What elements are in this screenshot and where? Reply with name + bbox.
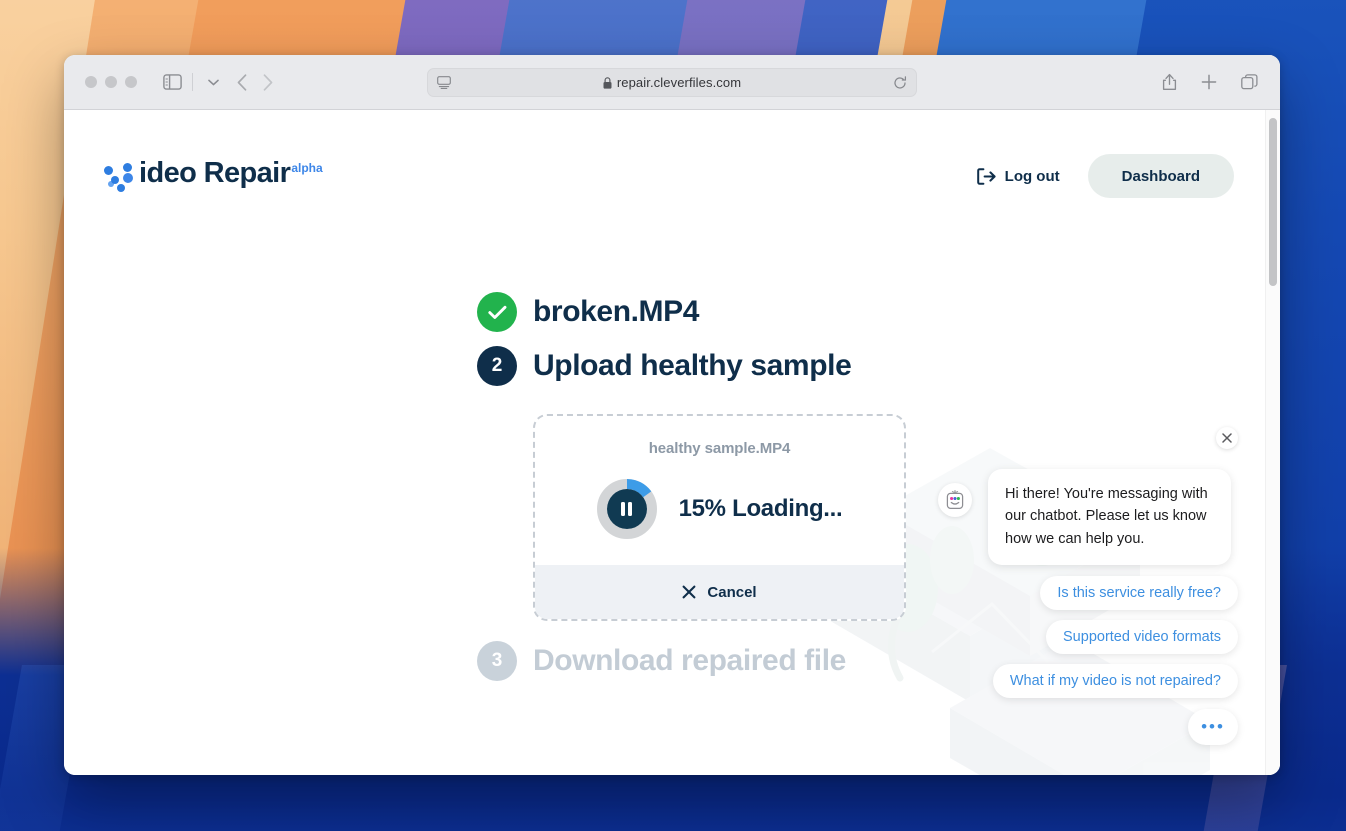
plus-icon[interactable] <box>1201 74 1217 90</box>
maximize-window-button[interactable] <box>125 76 137 88</box>
minimize-window-button[interactable] <box>105 76 117 88</box>
logo-wordmark: ideo Repair <box>139 156 291 189</box>
page-content: ideo Repair alpha Log out Dashboard brok… <box>64 110 1280 775</box>
step-3-badge: 3 <box>477 641 517 681</box>
upload-progress-label: 15% Loading... <box>678 495 843 522</box>
browser-toolbar-right <box>1162 73 1264 91</box>
chat-quick-replies: Is this service really free? Supported v… <box>992 576 1238 698</box>
page-scroll-area: ideo Repair alpha Log out Dashboard brok… <box>64 110 1280 775</box>
url-text: repair.cleverfiles.com <box>616 75 742 90</box>
chat-message-row: Hi there! You're messaging with our chat… <box>938 468 1238 565</box>
step-1-title: broken.MP4 <box>533 295 700 328</box>
chevron-down-icon[interactable] <box>203 79 223 86</box>
robot-avatar-icon <box>938 482 972 517</box>
chat-widget: Hi there! You're messaging with our chat… <box>938 426 1238 745</box>
dropzone-body: healthy sample.MP4 15% Loading... <box>535 416 904 539</box>
scrollbar-thumb[interactable] <box>1269 118 1277 286</box>
share-icon[interactable] <box>1162 73 1177 91</box>
upload-progress-ring[interactable] <box>596 479 657 539</box>
cancel-label: Cancel <box>707 583 757 601</box>
step-1-badge-check-icon <box>477 292 517 332</box>
uploading-filename: healthy sample.MP4 <box>648 440 791 457</box>
browser-titlebar: repair.cleverfiles.com <box>64 55 1280 110</box>
quick-reply-more-button[interactable]: ••• <box>1188 709 1238 745</box>
step-3-download-file: 3 Download repaired file <box>477 641 977 681</box>
step-2-upload-sample: 2 Upload healthy sample <box>477 346 977 386</box>
close-window-button[interactable] <box>85 76 97 88</box>
step-2-badge: 2 <box>477 346 517 386</box>
logout-button[interactable]: Log out <box>976 167 1060 185</box>
header-actions: Log out Dashboard <box>976 154 1234 198</box>
step-3-title: Download repaired file <box>533 644 846 677</box>
repair-steps: broken.MP4 2 Upload healthy sample healt… <box>477 292 977 681</box>
lock-icon <box>603 76 612 89</box>
sidebar-icon[interactable] <box>163 74 182 90</box>
site-header: ideo Repair alpha Log out Dashboard <box>64 110 1280 214</box>
desktop-wallpaper: repair.cleverfiles.com ideo Repair alpha… <box>0 0 1346 831</box>
tab-overview-icon[interactable] <box>1241 74 1258 90</box>
quick-reply-2[interactable]: What if my video is not repaired? <box>992 664 1238 698</box>
logo-dots-v-icon <box>104 162 138 195</box>
cancel-upload-button[interactable]: Cancel <box>535 565 904 619</box>
back-arrow-icon[interactable] <box>237 73 247 91</box>
address-bar[interactable]: repair.cleverfiles.com <box>427 68 917 97</box>
url-display[interactable]: repair.cleverfiles.com <box>451 75 893 90</box>
step-1-broken-file: broken.MP4 <box>477 292 977 332</box>
forward-arrow-icon[interactable] <box>263 73 273 91</box>
quick-reply-1[interactable]: Supported video formats <box>1046 620 1238 654</box>
logout-label: Log out <box>1004 167 1060 185</box>
site-logo[interactable]: ideo Repair alpha <box>104 156 323 195</box>
logo-alpha-badge: alpha <box>291 160 323 175</box>
page-scrollbar[interactable] <box>1265 110 1280 775</box>
chat-greeting-bubble: Hi there! You're messaging with our chat… <box>988 468 1231 565</box>
step-2-title: Upload healthy sample <box>533 349 852 382</box>
upload-dropzone[interactable]: healthy sample.MP4 15% Loading... Cancel <box>533 414 906 621</box>
reload-icon[interactable] <box>893 75 907 90</box>
window-traffic-lights[interactable] <box>85 76 137 88</box>
browser-window: repair.cleverfiles.com ideo Repair alpha… <box>64 55 1280 775</box>
upload-progress-row: 15% Loading... <box>535 479 904 539</box>
toolbar-divider <box>192 73 193 91</box>
close-icon[interactable] <box>1216 426 1238 449</box>
pause-icon[interactable] <box>606 489 647 529</box>
dashboard-button[interactable]: Dashboard <box>1087 154 1234 198</box>
logout-icon <box>976 167 996 185</box>
quick-reply-0[interactable]: Is this service really free? <box>1040 576 1238 610</box>
navigation-buttons[interactable] <box>237 73 273 91</box>
reader-view-icon[interactable] <box>437 76 451 89</box>
close-x-icon <box>682 585 696 599</box>
